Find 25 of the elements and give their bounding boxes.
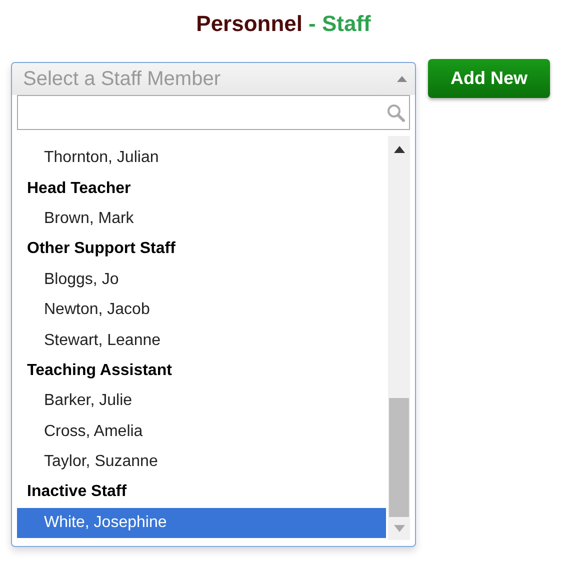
staff-dropdown[interactable]: [11, 62, 416, 547]
add-new-button[interactable]: Add New: [428, 59, 550, 98]
scroll-down-icon[interactable]: [394, 525, 404, 532]
staff-option[interactable]: Thornton, Julian: [17, 143, 386, 174]
staff-option[interactable]: Taylor, Suzanne: [17, 446, 386, 478]
staff-option[interactable]: Cross, Amelia: [17, 416, 386, 447]
staff-option[interactable]: Stewart, Leanne: [17, 325, 386, 356]
staff-option[interactable]: Bloggs, Jo: [17, 264, 386, 295]
page-title: Personnel: [196, 10, 303, 38]
search-icon: [387, 104, 405, 122]
group-label: Teaching Assistant: [26, 360, 173, 381]
scroll-thumb[interactable]: [389, 398, 409, 517]
group-label: Inactive Staff: [26, 482, 128, 502]
page-subtitle: - Staff: [308, 10, 371, 38]
group-label: Other Support Staff: [26, 239, 176, 260]
scrollbar[interactable]: [388, 136, 410, 540]
staff-option[interactable]: Newton, Jacob: [17, 294, 386, 326]
group-label: Head Teacher: [26, 178, 132, 199]
staff-option[interactable]: Barker, Julie: [17, 386, 386, 417]
caret-up-icon: [397, 76, 407, 82]
staff-option[interactable]: Brown, Mark: [17, 204, 386, 234]
dropdown-placeholder: Select a Staff Member: [23, 67, 222, 92]
staff-option[interactable]: White, Josephine: [17, 508, 386, 538]
search-field[interactable]: [17, 95, 410, 130]
scroll-up-icon[interactable]: [394, 146, 404, 153]
